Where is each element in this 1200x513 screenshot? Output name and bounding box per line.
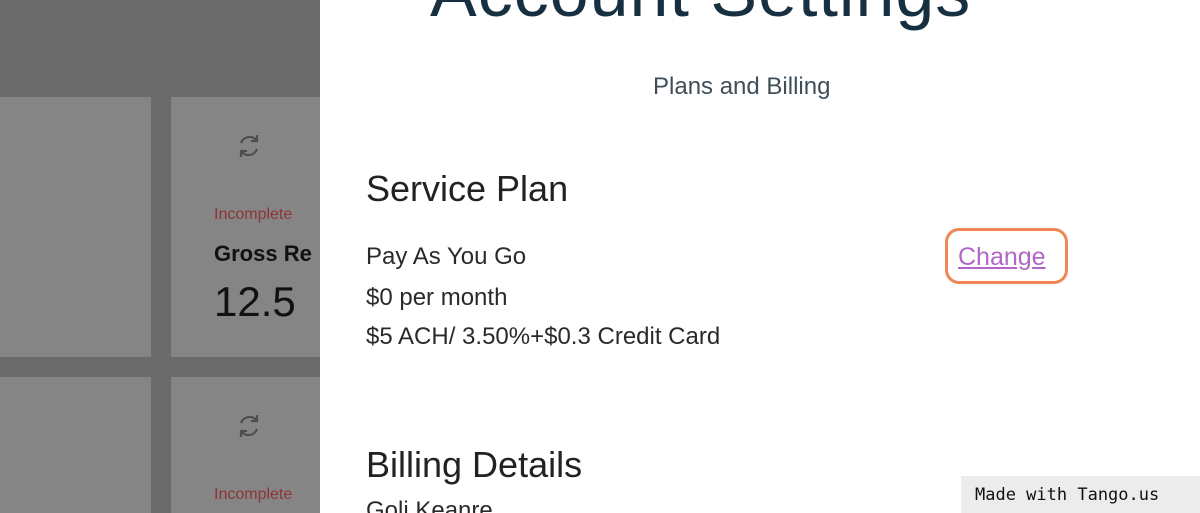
status-badge: Incomplete	[214, 486, 293, 503]
card-value: 12.5	[214, 278, 296, 325]
dashboard-card: Incomplete	[171, 377, 320, 513]
dashboard-background: Incomplete Gross Re 12.5 Incomplete	[0, 0, 320, 513]
page-subtitle: Plans and Billing	[653, 73, 831, 100]
tango-watermark: Made with Tango.us	[961, 476, 1200, 513]
service-plan-heading: Service Plan	[366, 168, 569, 209]
card-title: Gross Re	[214, 241, 312, 266]
page-title: Account Settings	[430, 0, 971, 32]
change-highlight: Change	[945, 228, 1068, 284]
change-plan-link[interactable]: Change	[958, 243, 1046, 272]
dashboard-card	[0, 377, 151, 513]
status-badge: Incomplete	[214, 206, 293, 223]
dashboard-card	[0, 97, 151, 357]
billing-name: Goli Keanre	[366, 497, 493, 513]
plan-price: $0 per month	[366, 284, 508, 311]
dashboard-card-gross-revenue: Incomplete Gross Re 12.5	[171, 97, 320, 357]
account-settings-panel: Account Settings Plans and Billing Servi…	[320, 0, 1200, 513]
billing-details-heading: Billing Details	[366, 444, 583, 485]
plan-name: Pay As You Go	[366, 243, 527, 270]
plan-fees: $5 ACH/ 3.50%+$0.3 Credit Card	[366, 323, 721, 350]
refresh-icon	[234, 411, 264, 441]
refresh-icon	[234, 131, 264, 161]
